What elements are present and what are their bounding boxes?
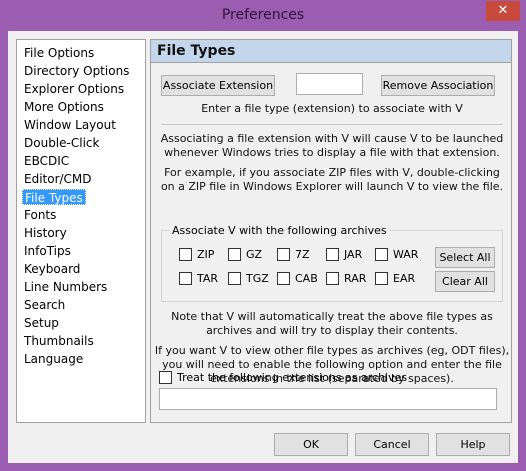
checkbox-tgz-label: TGZ (246, 272, 269, 285)
divider (161, 124, 503, 125)
checkbox-rar-label: RAR (344, 272, 367, 285)
checkbox-cab-label: CAB (295, 272, 318, 285)
select-all-button[interactable]: Select All (435, 247, 495, 268)
nav-item-editor-cmd[interactable]: Editor/CMD (22, 171, 94, 187)
checkbox-jar[interactable] (326, 248, 339, 261)
nav-item-line-numbers[interactable]: Line Numbers (22, 279, 109, 295)
nav-item-double-click[interactable]: Double-Click (22, 135, 101, 151)
checkbox-tar[interactable] (179, 272, 192, 285)
checkbox-7z-label: 7Z (295, 248, 310, 261)
category-list[interactable]: File Options Directory Options Explorer … (16, 39, 146, 423)
nav-item-search[interactable]: Search (22, 297, 67, 313)
associate-extension-button[interactable]: Associate Extension (161, 75, 275, 96)
nav-item-setup[interactable]: Setup (22, 315, 61, 331)
checkbox-gz[interactable] (228, 248, 241, 261)
note-line-1: Note that V will automatically treat the… (171, 310, 493, 323)
dialog-client: File Options Directory Options Explorer … (8, 31, 518, 463)
checkbox-7z[interactable] (277, 248, 290, 261)
extension-input[interactable] (296, 73, 363, 95)
panel-title: File Types (157, 43, 236, 59)
close-icon[interactable]: ✕ (486, 1, 520, 21)
treat-extensions-checkbox[interactable] (159, 371, 172, 384)
clear-all-button[interactable]: Clear All (435, 271, 495, 292)
instruction-text: Enter a file type (extension) to associa… (201, 102, 463, 115)
note2-line-2: you will need to enable the following op… (162, 358, 502, 371)
nav-item-more-options[interactable]: More Options (22, 99, 106, 115)
description-line-2: whenever Windows tries to display a file… (164, 146, 500, 159)
nav-item-ebcdic[interactable]: EBCDIC (22, 153, 71, 169)
checkbox-zip-label: ZIP (197, 248, 215, 261)
ok-button[interactable]: OK (274, 433, 348, 456)
description-line-1: Associating a file extension with V will… (160, 132, 504, 145)
example-line-1: For example, if you associate ZIP files … (164, 166, 500, 179)
archives-group-label: Associate V with the following archives (169, 224, 390, 237)
note-line-2: archives and will try to display their c… (206, 324, 458, 337)
treat-extensions-label: Treat the following extensions as archiv… (177, 371, 408, 384)
nav-item-file-types[interactable]: File Types (22, 189, 86, 205)
checkbox-tar-label: TAR (197, 272, 219, 285)
checkbox-zip[interactable] (179, 248, 192, 261)
nav-item-file-options[interactable]: File Options (22, 45, 96, 61)
nav-item-history[interactable]: History (22, 225, 69, 241)
title-bar[interactable]: Preferences ✕ (0, 0, 526, 32)
cancel-button[interactable]: Cancel (355, 433, 429, 456)
checkbox-rar[interactable] (326, 272, 339, 285)
nav-item-infotips[interactable]: InfoTips (22, 243, 73, 259)
nav-item-fonts[interactable]: Fonts (22, 207, 58, 223)
checkbox-ear-label: EAR (393, 272, 416, 285)
file-types-panel: File Types Associate Extension Remove As… (150, 39, 512, 423)
panel-header: File Types (151, 40, 511, 63)
checkbox-cab[interactable] (277, 272, 290, 285)
window-title: Preferences (221, 7, 305, 23)
checkbox-gz-label: GZ (246, 248, 263, 261)
checkbox-jar-label: JAR (344, 248, 363, 261)
checkbox-war-label: WAR (393, 248, 419, 261)
extensions-input[interactable] (159, 388, 497, 410)
nav-item-thumbnails[interactable]: Thumbnails (22, 333, 96, 349)
nav-item-explorer-options[interactable]: Explorer Options (22, 81, 126, 97)
note2-line-1: If you want V to view other file types a… (154, 344, 510, 357)
nav-item-window-layout[interactable]: Window Layout (22, 117, 118, 133)
nav-item-language[interactable]: Language (22, 351, 85, 367)
nav-item-keyboard[interactable]: Keyboard (22, 261, 82, 277)
checkbox-tgz[interactable] (228, 272, 241, 285)
example-line-2: on a ZIP file in Windows Explorer will l… (160, 180, 504, 193)
checkbox-war[interactable] (375, 248, 388, 261)
remove-association-button[interactable]: Remove Association (381, 75, 495, 96)
help-button[interactable]: Help (436, 433, 510, 456)
preferences-window: Preferences ✕ File Options Directory Opt… (0, 0, 526, 471)
nav-item-directory-options[interactable]: Directory Options (22, 63, 131, 79)
checkbox-ear[interactable] (375, 272, 388, 285)
